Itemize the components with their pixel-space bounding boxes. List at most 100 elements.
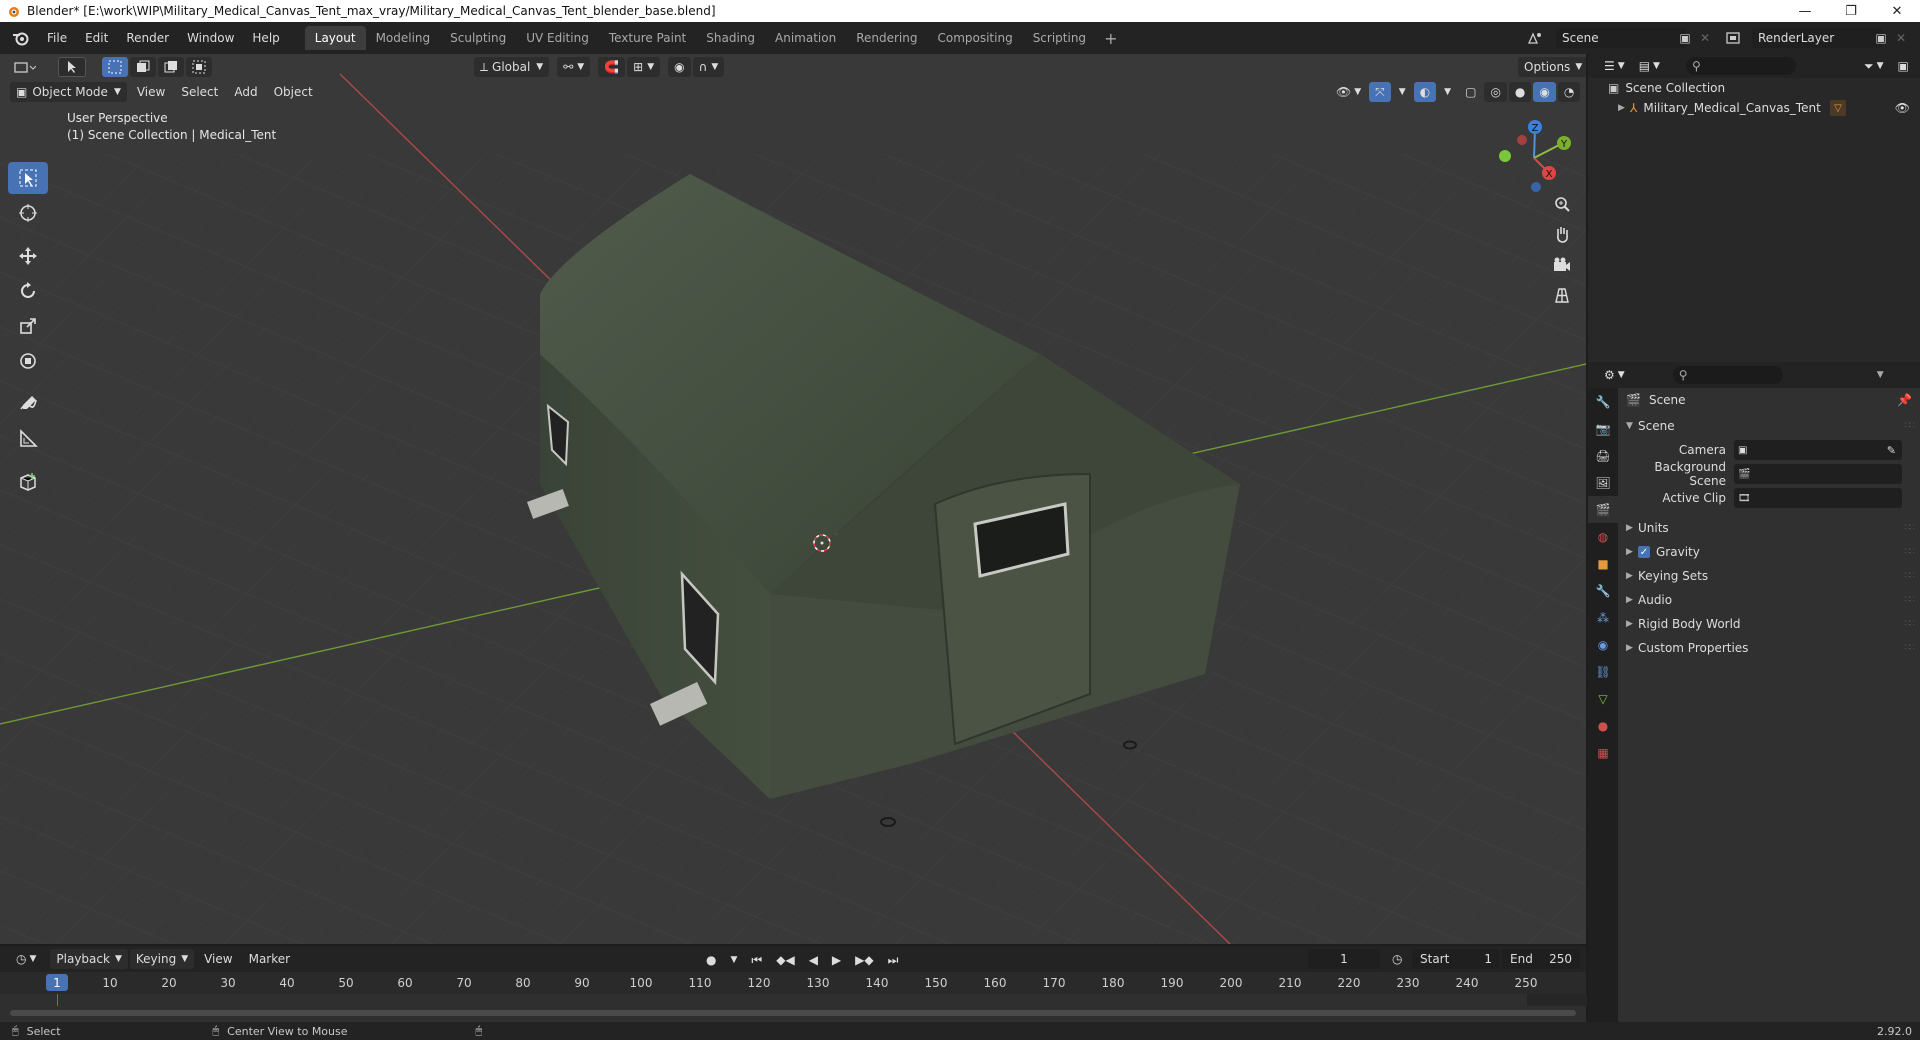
timeline-ruler[interactable]: 1 10 20 30 40 50 60 70 80 90 100 110 120… bbox=[0, 972, 1586, 994]
menu-file[interactable]: File bbox=[38, 31, 76, 45]
data-tab-icon[interactable]: ▽ bbox=[1588, 685, 1618, 712]
tab-compositing[interactable]: Compositing bbox=[927, 26, 1022, 50]
view-layer-icon[interactable] bbox=[1722, 28, 1744, 48]
properties-search-input[interactable]: ⚲ bbox=[1672, 366, 1783, 384]
display-mode-icon[interactable]: ▤ ▼ bbox=[1633, 56, 1666, 76]
cursor-tool[interactable] bbox=[8, 197, 48, 229]
select-subtract-icon[interactable] bbox=[158, 57, 184, 77]
menu-help[interactable]: Help bbox=[243, 31, 288, 45]
snap-target-dropdown[interactable]: ⊞ ▼ bbox=[627, 57, 661, 77]
audio-panel-header[interactable]: ▶ Audio ∷∷ bbox=[1618, 588, 1920, 612]
outliner-row-tent[interactable]: ▶ ⅄ Military_Medical_Canvas_Tent ▽ 👁 bbox=[1588, 98, 1920, 118]
navigation-gizmo[interactable]: Z Y X bbox=[1490, 110, 1580, 200]
gizmo-z-label[interactable]: Z bbox=[1532, 123, 1539, 134]
output-tab-icon[interactable]: 🖨 bbox=[1588, 442, 1618, 469]
scene-name-field[interactable]: Scene bbox=[1556, 28, 1686, 48]
restore-button[interactable]: ❐ bbox=[1828, 0, 1874, 22]
solid-shading-icon[interactable]: ● bbox=[1508, 82, 1532, 102]
tool-tab-icon[interactable]: 🔧 bbox=[1588, 388, 1618, 415]
tab-layout[interactable]: Layout bbox=[304, 26, 366, 50]
scene-panel-header[interactable]: ▼ Scene ∷∷ bbox=[1618, 414, 1920, 438]
camera-view-icon[interactable] bbox=[1548, 251, 1576, 279]
close-button[interactable]: ✕ bbox=[1874, 0, 1920, 22]
background-scene-field[interactable]: 🎬 bbox=[1734, 464, 1902, 484]
delete-view-layer-icon[interactable]: ✕ bbox=[1890, 28, 1912, 48]
eye-visibility-icon[interactable]: 👁 bbox=[1895, 101, 1910, 115]
eyedropper-icon[interactable]: ✎ bbox=[1887, 444, 1896, 457]
timeline-menu-marker[interactable]: Marker bbox=[241, 952, 298, 966]
material-tab-icon[interactable]: ● bbox=[1588, 712, 1618, 739]
filter-funnel-icon[interactable]: ▽ bbox=[1830, 100, 1846, 116]
select-box-tool[interactable] bbox=[8, 162, 48, 194]
view-layer-tab-icon[interactable]: 🖼 bbox=[1588, 469, 1618, 496]
select-extend-icon[interactable] bbox=[130, 57, 156, 77]
snap-toggle[interactable]: 🧲 bbox=[598, 57, 626, 77]
viewport-menu-add[interactable]: Add bbox=[226, 85, 265, 99]
world-tab-icon[interactable]: ◍ bbox=[1588, 523, 1618, 550]
menu-window[interactable]: Window bbox=[178, 31, 243, 45]
xray-toggle-icon[interactable]: ▢ bbox=[1459, 82, 1482, 102]
annotate-tool[interactable] bbox=[8, 388, 48, 420]
new-view-layer-icon[interactable]: ▣ bbox=[1870, 28, 1892, 48]
jump-keyframe-back-icon[interactable]: ◆◀ bbox=[770, 950, 800, 970]
jump-start-icon[interactable]: ⏮ bbox=[745, 950, 768, 970]
select-invert-icon[interactable] bbox=[186, 57, 212, 77]
timeline-body[interactable] bbox=[0, 994, 1587, 1022]
scale-tool[interactable] bbox=[8, 310, 48, 342]
tab-shading[interactable]: Shading bbox=[696, 26, 765, 50]
units-panel-header[interactable]: ▶ Units ∷∷ bbox=[1618, 516, 1920, 540]
record-icon[interactable]: ● bbox=[700, 950, 722, 970]
overlays-toggle-icon[interactable]: ◐ bbox=[1413, 82, 1437, 102]
proportional-falloff-dropdown[interactable]: ∩ ▼ bbox=[692, 57, 725, 77]
zoom-icon[interactable] bbox=[1548, 190, 1576, 218]
filter-icon[interactable]: ⏷ ▼ bbox=[1858, 56, 1890, 76]
options-dropdown[interactable]: Options ▼ bbox=[1518, 57, 1586, 77]
proportional-edit-toggle[interactable]: ◉ bbox=[668, 57, 691, 77]
new-collection-icon[interactable]: ▣ bbox=[1891, 56, 1914, 76]
select-mode-icon[interactable] bbox=[58, 57, 86, 77]
timeline-editor-type-icon[interactable]: ◷ ▼ bbox=[10, 949, 42, 969]
outliner-search-input[interactable]: ⚲ bbox=[1685, 57, 1796, 75]
viewport-menu-object[interactable]: Object bbox=[266, 85, 321, 99]
transform-orientation-dropdown[interactable]: ⟂ Global ▼ bbox=[474, 57, 550, 77]
tab-rendering[interactable]: Rendering bbox=[846, 26, 927, 50]
measure-tool[interactable] bbox=[8, 423, 48, 455]
wireframe-shading-icon[interactable]: ◎ bbox=[1484, 82, 1507, 102]
gravity-panel-header[interactable]: ▶ ✓ Gravity ∷∷ bbox=[1618, 540, 1920, 564]
pin-icon[interactable]: 📌 bbox=[1897, 393, 1912, 407]
select-new-icon[interactable] bbox=[102, 57, 128, 77]
play-icon[interactable]: ▶ bbox=[826, 950, 847, 970]
play-reverse-icon[interactable]: ◀ bbox=[803, 950, 824, 970]
rigid-body-world-panel-header[interactable]: ▶ Rigid Body World ∷∷ bbox=[1618, 612, 1920, 636]
menu-edit[interactable]: Edit bbox=[76, 31, 117, 45]
tab-sculpting[interactable]: Sculpting bbox=[440, 26, 516, 50]
add-workspace-button[interactable]: + bbox=[1096, 29, 1125, 48]
tab-texture-paint[interactable]: Texture Paint bbox=[599, 26, 696, 50]
end-frame-field[interactable]: End 250 bbox=[1502, 949, 1580, 969]
material-preview-icon[interactable]: ◉ bbox=[1533, 82, 1556, 102]
outliner-editor-type-icon[interactable]: ☰ ▼ bbox=[1598, 56, 1631, 76]
timeline-scrollbar[interactable] bbox=[10, 1010, 1576, 1016]
jump-end-icon[interactable]: ⏭ bbox=[882, 950, 905, 970]
keying-sets-panel-header[interactable]: ▶ Keying Sets ∷∷ bbox=[1618, 564, 1920, 588]
gravity-checkbox[interactable]: ✓ bbox=[1638, 546, 1650, 558]
object-tab-icon[interactable]: ■ bbox=[1588, 550, 1618, 577]
viewport-menu-select[interactable]: Select bbox=[173, 85, 226, 99]
expand-arrow-icon[interactable]: ▶ bbox=[1618, 103, 1630, 113]
camera-field[interactable]: ▣ ✎ bbox=[1734, 440, 1902, 460]
menu-render[interactable]: Render bbox=[117, 31, 178, 45]
particles-tab-icon[interactable]: ⁂ bbox=[1588, 604, 1618, 631]
tab-uv-editing[interactable]: UV Editing bbox=[516, 26, 599, 50]
drag-handle-icon[interactable]: ∷∷ bbox=[1905, 421, 1916, 431]
scene-tab-icon[interactable]: 🎬 bbox=[1588, 496, 1618, 523]
active-clip-field[interactable]: 🎞 bbox=[1734, 488, 1902, 508]
drag-handle-icon[interactable]: ∷∷ bbox=[1905, 619, 1916, 629]
rendered-shading-icon[interactable]: ◔ bbox=[1557, 82, 1581, 102]
keying-dropdown[interactable]: Keying ▼ bbox=[129, 949, 195, 969]
transform-tool[interactable] bbox=[8, 345, 48, 377]
drag-handle-icon[interactable]: ∷∷ bbox=[1905, 547, 1916, 557]
scene-selector-icon[interactable] bbox=[1524, 28, 1546, 48]
chevron-down-icon[interactable]: ▼ bbox=[1877, 370, 1884, 380]
modifier-tab-icon[interactable]: 🔧 bbox=[1588, 577, 1618, 604]
timeline-menu-view[interactable]: View bbox=[196, 952, 240, 966]
